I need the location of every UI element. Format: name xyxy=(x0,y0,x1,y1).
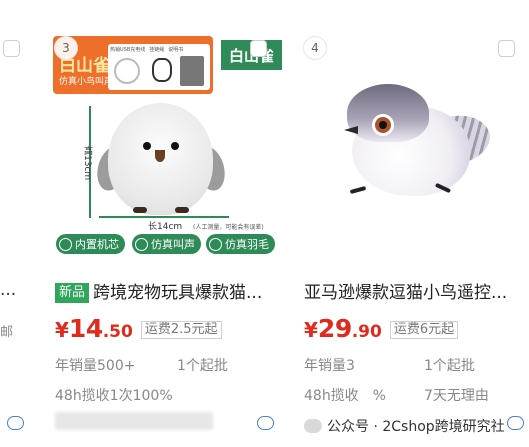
chat-icon-card3[interactable] xyxy=(257,416,274,430)
card4-price-decimal: .90 xyxy=(351,322,382,342)
product-image-card4[interactable] xyxy=(300,36,525,260)
chat-icon-card4[interactable] xyxy=(507,416,524,430)
card4-index-badge: 4 xyxy=(303,36,327,60)
card3-price-decimal: .50 xyxy=(102,322,133,342)
card4-price-row: ¥29.90 运费6元起 xyxy=(304,314,459,343)
card3-annual-sales: 年销量500+ xyxy=(55,358,136,374)
card3-title-text[interactable]: 跨境宠物玩具爆款猫... xyxy=(93,283,262,303)
card4-annual-sales: 年销量3 xyxy=(304,358,355,374)
watermark: 公众号 · 2Cshop跨境研究社 xyxy=(304,416,505,436)
card4-title[interactable]: 亚马逊爆款逗猫小鸟遥控... xyxy=(304,278,525,303)
card3-price-row: ¥14.50 运费2.5元起 xyxy=(55,314,222,343)
card3-seller-name-blurred[interactable] xyxy=(55,412,213,430)
image-note: (人工测量，可能会有误差) xyxy=(193,224,264,231)
card4-return-policy: 7天无理由 xyxy=(424,388,489,404)
card2-shipping-fragment: 邮 xyxy=(0,325,14,340)
card4-min-order: 1个起批 xyxy=(424,358,475,374)
new-product-tag: 新品 xyxy=(55,283,90,303)
image-accessories-box: 热销USB充电线 挂链绳 说明书 xyxy=(108,44,210,90)
product-image-card3[interactable]: 白山雀 仿真小鸟叫声 热销USB充电线 挂链绳 说明书 白山雀 高13cm 长1… xyxy=(53,36,282,260)
accessory-label-2: 挂链绳 xyxy=(149,47,165,53)
card4-price-integer: 29 xyxy=(317,314,352,343)
card3-index-badge: 3 xyxy=(54,36,78,60)
card3-min-order: 1个起批 xyxy=(177,358,228,374)
image-subtitle: 仿真小鸟叫声 xyxy=(59,77,114,87)
select-checkbox-card2[interactable] xyxy=(3,40,20,57)
wechat-icon xyxy=(304,419,322,433)
card3-title[interactable]: 新品 跨境宠物玩具爆款猫... xyxy=(55,278,280,303)
card4-shipping: 运费6元起 xyxy=(389,321,459,339)
card4-pickup-rate: 48h揽收 % xyxy=(304,388,386,404)
accessory-label-1: 热销USB充电线 xyxy=(110,47,146,53)
select-checkbox-card4[interactable] xyxy=(498,40,515,57)
card2-title-ellipsis[interactable]: ... xyxy=(0,280,16,300)
image-feature-3: 仿真羽毛 xyxy=(206,234,275,254)
accessory-label-3: 说明书 xyxy=(168,47,184,53)
card3-pickup-rate: 48h揽收1次100% xyxy=(55,388,173,404)
image-feature-2: 仿真叫声 xyxy=(132,234,201,254)
watermark-text: 公众号 · 2Cshop跨境研究社 xyxy=(327,419,505,435)
select-checkbox-card3[interactable] xyxy=(250,40,267,57)
card3-price-integer: 14 xyxy=(68,314,103,343)
image-length-label: 长14cm xyxy=(148,222,183,232)
card3-shipping: 运费2.5元起 xyxy=(140,321,222,339)
chat-icon-card2[interactable] xyxy=(7,416,24,430)
card3-price-symbol: ¥ xyxy=(55,318,69,342)
image-feature-1: 内置机芯 xyxy=(56,234,125,254)
card4-price-symbol: ¥ xyxy=(304,318,318,342)
image-height-label: 高13cm xyxy=(82,146,92,181)
